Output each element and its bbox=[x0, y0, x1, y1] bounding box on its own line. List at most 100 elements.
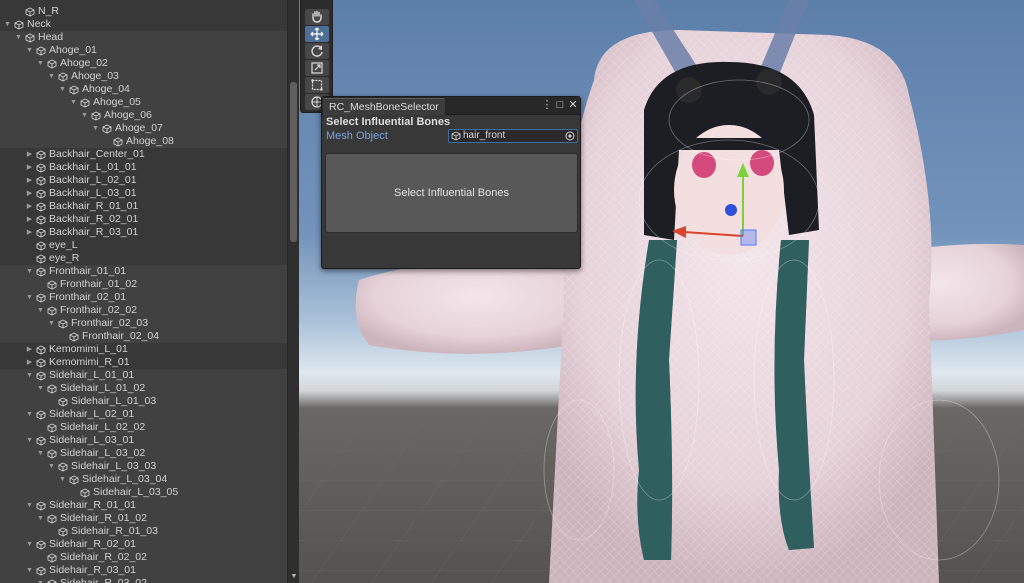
hand-tool-button[interactable] bbox=[305, 9, 329, 25]
hierarchy-item[interactable]: ▼ Sidehair_L_02_01 bbox=[0, 408, 287, 421]
mesh-bone-selector-window[interactable]: RC_MeshBoneSelector ⋮ □ ✕ Select Influen… bbox=[321, 96, 581, 269]
fold-open-icon[interactable]: ▼ bbox=[69, 96, 78, 109]
hierarchy-item[interactable]: ▼ Sidehair_L_01_01 bbox=[0, 369, 287, 382]
hierarchy-item[interactable]: ▼ Ahoge_01 bbox=[0, 44, 287, 57]
window-menu-icon[interactable]: ⋮ bbox=[541, 99, 553, 112]
fold-open-icon[interactable]: ▼ bbox=[25, 434, 34, 447]
move-tool-button[interactable] bbox=[305, 26, 329, 42]
hierarchy-item[interactable]: ▼ Ahoge_03 bbox=[0, 70, 287, 83]
fold-open-icon[interactable]: ▼ bbox=[36, 57, 45, 70]
hierarchy-item[interactable]: ▶ Kemomimi_R_01 bbox=[0, 356, 287, 369]
fold-closed-icon[interactable]: ▶ bbox=[25, 200, 34, 213]
fold-open-icon[interactable]: ▼ bbox=[47, 460, 56, 473]
hierarchy-item[interactable]: eye_L bbox=[0, 239, 287, 252]
fold-closed-icon[interactable]: ▶ bbox=[25, 226, 34, 239]
hierarchy-item[interactable]: ▼ Ahoge_06 bbox=[0, 109, 287, 122]
fold-open-icon[interactable]: ▼ bbox=[58, 83, 67, 96]
window-tab[interactable]: RC_MeshBoneSelector bbox=[323, 98, 445, 115]
hierarchy-item[interactable]: ▼ Ahoge_04 bbox=[0, 83, 287, 96]
hierarchy-scrollbar[interactable]: ▼ bbox=[287, 0, 299, 583]
fold-open-icon[interactable]: ▼ bbox=[36, 577, 45, 583]
hierarchy-item[interactable]: N_R bbox=[0, 5, 287, 18]
hierarchy-item[interactable]: ▼ Ahoge_02 bbox=[0, 57, 287, 70]
fold-closed-icon[interactable]: ▶ bbox=[25, 148, 34, 161]
gameobject-cube-icon bbox=[80, 488, 90, 498]
hierarchy-item[interactable]: ▶ Backhair_L_03_01 bbox=[0, 187, 287, 200]
fold-open-icon[interactable]: ▼ bbox=[36, 512, 45, 525]
hierarchy-item[interactable]: ▼ Sidehair_L_03_02 bbox=[0, 447, 287, 460]
fold-closed-icon[interactable]: ▶ bbox=[25, 213, 34, 226]
hierarchy-item[interactable]: ▼ Neck bbox=[0, 18, 287, 31]
hierarchy-item[interactable]: Sidehair_L_02_02 bbox=[0, 421, 287, 434]
hierarchy-item[interactable]: ▼ Ahoge_05 bbox=[0, 96, 287, 109]
hierarchy-item[interactable]: ▶ Backhair_R_02_01 bbox=[0, 213, 287, 226]
hierarchy-item[interactable]: ▼ Fronthair_02_03 bbox=[0, 317, 287, 330]
fold-open-icon[interactable]: ▼ bbox=[36, 382, 45, 395]
hierarchy-item[interactable]: ▼ Fronthair_02_02 bbox=[0, 304, 287, 317]
fold-open-icon[interactable]: ▼ bbox=[25, 408, 34, 421]
mesh-object-field[interactable]: hair_front bbox=[448, 129, 578, 143]
fold-open-icon[interactable]: ▼ bbox=[36, 304, 45, 317]
scene-viewport[interactable] bbox=[299, 0, 1024, 583]
fold-closed-icon[interactable]: ▶ bbox=[25, 174, 34, 187]
hierarchy-item[interactable]: ▼ Sidehair_R_03_02 bbox=[0, 577, 287, 583]
fold-open-icon[interactable]: ▼ bbox=[25, 44, 34, 57]
hierarchy-item[interactable]: Fronthair_01_02 bbox=[0, 278, 287, 291]
hierarchy-item[interactable]: ▶ Backhair_L_01_01 bbox=[0, 161, 287, 174]
hierarchy-item[interactable]: Ahoge_08 bbox=[0, 135, 287, 148]
fold-closed-icon[interactable]: ▶ bbox=[25, 187, 34, 200]
window-title-bar[interactable]: RC_MeshBoneSelector ⋮ □ ✕ bbox=[322, 97, 580, 115]
fold-open-icon[interactable]: ▼ bbox=[80, 109, 89, 122]
fold-closed-icon[interactable]: ▶ bbox=[25, 161, 34, 174]
rect-tool-button[interactable] bbox=[305, 77, 329, 93]
hierarchy-item[interactable]: Sidehair_L_01_03 bbox=[0, 395, 287, 408]
fold-open-icon[interactable]: ▼ bbox=[91, 122, 100, 135]
scene-view[interactable] bbox=[299, 0, 1024, 583]
object-picker-icon[interactable] bbox=[565, 131, 575, 141]
hierarchy-item[interactable]: ▼ Sidehair_R_03_01 bbox=[0, 564, 287, 577]
fold-open-icon[interactable]: ▼ bbox=[47, 317, 56, 330]
window-close-icon[interactable]: ✕ bbox=[567, 99, 579, 112]
hierarchy-item[interactable]: ▼ Sidehair_L_03_03 bbox=[0, 460, 287, 473]
hierarchy-item[interactable]: ▼ Fronthair_02_01 bbox=[0, 291, 287, 304]
hierarchy-item[interactable]: ▶ Kemomimi_L_01 bbox=[0, 343, 287, 356]
hierarchy-item[interactable]: ▼ Sidehair_L_03_04 bbox=[0, 473, 287, 486]
hierarchy-item[interactable]: ▼ Sidehair_R_01_02 bbox=[0, 512, 287, 525]
fold-open-icon[interactable]: ▼ bbox=[3, 18, 12, 31]
fold-open-icon[interactable]: ▼ bbox=[58, 473, 67, 486]
hierarchy-item[interactable]: eye_R bbox=[0, 252, 287, 265]
fold-open-icon[interactable]: ▼ bbox=[47, 70, 56, 83]
hierarchy-item[interactable]: ▼ Ahoge_07 bbox=[0, 122, 287, 135]
hierarchy-scrollbar-thumb[interactable] bbox=[290, 82, 297, 242]
hierarchy-item[interactable]: ▼ Sidehair_R_02_01 bbox=[0, 538, 287, 551]
fold-open-icon[interactable]: ▼ bbox=[25, 369, 34, 382]
hierarchy-item[interactable]: ▼ Sidehair_L_03_01 bbox=[0, 434, 287, 447]
hierarchy-item[interactable]: Fronthair_02_04 bbox=[0, 330, 287, 343]
scroll-down-arrow-icon[interactable]: ▼ bbox=[289, 573, 299, 581]
hierarchy-item[interactable]: Sidehair_L_03_05 bbox=[0, 486, 287, 499]
fold-open-icon[interactable]: ▼ bbox=[25, 538, 34, 551]
hierarchy-item[interactable]: ▶ Backhair_L_02_01 bbox=[0, 174, 287, 187]
fold-closed-icon[interactable]: ▶ bbox=[25, 343, 34, 356]
scale-tool-icon bbox=[311, 62, 323, 74]
window-maximize-icon[interactable]: □ bbox=[554, 99, 566, 112]
hierarchy-item[interactable]: ▼ Sidehair_L_01_02 bbox=[0, 382, 287, 395]
fold-closed-icon[interactable]: ▶ bbox=[25, 356, 34, 369]
fold-open-icon[interactable]: ▼ bbox=[36, 447, 45, 460]
hierarchy-item[interactable]: ▶ Backhair_R_03_01 bbox=[0, 226, 287, 239]
fold-open-icon[interactable]: ▼ bbox=[25, 265, 34, 278]
hierarchy-item[interactable]: ▶ Backhair_Center_01 bbox=[0, 148, 287, 161]
select-influential-bones-button[interactable]: Select Influential Bones bbox=[325, 153, 578, 233]
hierarchy-item[interactable]: ▼ Head bbox=[0, 31, 287, 44]
fold-open-icon[interactable]: ▼ bbox=[25, 291, 34, 304]
hierarchy-item[interactable]: ▶ Backhair_R_01_01 bbox=[0, 200, 287, 213]
hierarchy-item[interactable]: ▼ Fronthair_01_01 bbox=[0, 265, 287, 278]
hierarchy-item[interactable]: ▼ Sidehair_R_01_01 bbox=[0, 499, 287, 512]
fold-open-icon[interactable]: ▼ bbox=[25, 499, 34, 512]
fold-open-icon[interactable]: ▼ bbox=[14, 31, 23, 44]
fold-open-icon[interactable]: ▼ bbox=[25, 564, 34, 577]
rotate-tool-button[interactable] bbox=[305, 43, 329, 59]
scale-tool-button[interactable] bbox=[305, 60, 329, 76]
hierarchy-item[interactable]: Sidehair_R_02_02 bbox=[0, 551, 287, 564]
hierarchy-item[interactable]: Sidehair_R_01_03 bbox=[0, 525, 287, 538]
